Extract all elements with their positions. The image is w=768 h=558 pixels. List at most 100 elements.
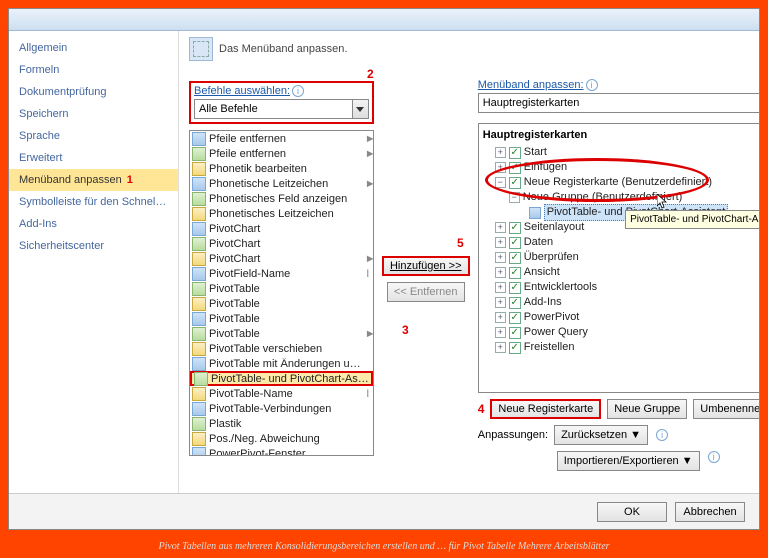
sidebar-item[interactable]: Sprache	[9, 125, 178, 147]
tree-node[interactable]: +✓Start	[481, 145, 759, 160]
sidebar-item[interactable]: Erweitert	[9, 147, 178, 169]
transfer-buttons: 5 Hinzufügen >> << Entfernen	[384, 67, 468, 471]
chevron-down-icon[interactable]	[352, 100, 368, 118]
command-item[interactable]: PivotTable	[190, 311, 373, 326]
new-group-button[interactable]: Neue Gruppe	[607, 399, 687, 419]
command-item[interactable]: Phonetisches Leitzeichen	[190, 206, 373, 221]
sidebar-item[interactable]: Speichern	[9, 103, 178, 125]
tree-node[interactable]: −✓Neue Registerkarte (Benutzerdefiniert)	[481, 175, 759, 190]
ribbon-tree[interactable]: Hauptregisterkarten PivotTable- und Pivo…	[478, 123, 759, 393]
command-label: PivotChart	[209, 238, 371, 250]
expand-toggle[interactable]: +	[495, 342, 506, 353]
expand-toggle[interactable]: +	[495, 297, 506, 308]
expand-toggle[interactable]: +	[495, 162, 506, 173]
new-tab-button[interactable]: Neue Registerkarte	[490, 399, 601, 419]
ok-button[interactable]: OK	[597, 502, 667, 522]
choose-commands-label[interactable]: Befehle auswählen:	[194, 85, 290, 97]
command-label: PivotTable-Name	[209, 388, 362, 400]
expand-toggle[interactable]: +	[495, 312, 506, 323]
tree-node[interactable]: +✓Überprüfen	[481, 250, 759, 265]
command-item[interactable]: PivotField-NameI	[190, 266, 373, 281]
tree-node[interactable]: +✓Ansicht	[481, 265, 759, 280]
command-icon	[192, 177, 206, 191]
checkbox[interactable]: ✓	[509, 147, 521, 159]
expand-toggle[interactable]: +	[495, 252, 506, 263]
command-item[interactable]: PivotTable mit Änderungen u…	[190, 356, 373, 371]
expand-toggle[interactable]: +	[495, 282, 506, 293]
info-icon[interactable]: i	[292, 85, 304, 97]
import-export-button[interactable]: Importieren/Exportieren ▼	[557, 451, 700, 471]
checkbox[interactable]: ✓	[509, 342, 521, 354]
expand-toggle[interactable]: +	[495, 222, 506, 233]
command-item[interactable]: PivotTable	[190, 296, 373, 311]
tree-node[interactable]: +✓Add-Ins	[481, 295, 759, 310]
commands-listbox[interactable]: Pfeile entfernen►Pfeile entfernen►Phonet…	[189, 130, 374, 456]
command-item[interactable]: PivotTable►	[190, 326, 373, 341]
tooltip: PivotTable- und PivotChart-Assist	[625, 210, 759, 229]
sidebar-item[interactable]: Dokumentprüfung	[9, 81, 178, 103]
command-item[interactable]: Phonetisches Feld anzeigen	[190, 191, 373, 206]
choose-commands-dropdown[interactable]: Alle Befehle	[194, 99, 369, 119]
remove-button[interactable]: << Entfernen	[387, 282, 465, 302]
sidebar-item[interactable]: Sicherheitscenter	[9, 235, 178, 257]
expand-toggle[interactable]: +	[495, 237, 506, 248]
checkbox[interactable]: ✓	[509, 327, 521, 339]
command-item[interactable]: PowerPivot-Fenster	[190, 446, 373, 456]
expand-toggle[interactable]: +	[495, 327, 506, 338]
tree-node[interactable]: −Neue Gruppe (Benutzerdefiniert)	[481, 190, 759, 205]
command-item[interactable]: Pfeile entfernen►	[190, 131, 373, 146]
info-icon[interactable]: i	[708, 451, 720, 463]
expand-toggle[interactable]: −	[495, 177, 506, 188]
ribbon-icon	[189, 37, 213, 61]
command-item[interactable]: PivotTable-Verbindungen	[190, 401, 373, 416]
sidebar-item[interactable]: Symbolleiste für den Schnellzugriff	[9, 191, 178, 213]
checkbox[interactable]: ✓	[509, 237, 521, 249]
tree-node[interactable]: +✓Entwicklertools	[481, 280, 759, 295]
command-item[interactable]: Phonetische Leitzeichen►	[190, 176, 373, 191]
checkbox[interactable]: ✓	[509, 177, 521, 189]
sidebar-item[interactable]: Formeln	[9, 59, 178, 81]
reset-button[interactable]: Zurücksetzen ▼	[554, 425, 648, 445]
tree-node[interactable]: +✓Freistellen	[481, 340, 759, 355]
rename-button[interactable]: Umbenennen...	[693, 399, 759, 419]
checkbox[interactable]: ✓	[509, 267, 521, 279]
command-item[interactable]: PivotTable- und PivotChart-As…	[190, 371, 373, 386]
command-item[interactable]: Phonetik bearbeiten	[190, 161, 373, 176]
info-icon[interactable]: i	[656, 429, 668, 441]
command-item[interactable]: Pfeile entfernen►	[190, 146, 373, 161]
customize-ribbon-dropdown[interactable]: Hauptregisterkarten	[478, 93, 759, 113]
tree-node[interactable]: +✓Daten	[481, 235, 759, 250]
customize-ribbon-label[interactable]: Menüband anpassen:	[478, 79, 584, 91]
tree-node[interactable]: +✓Einfügen	[481, 160, 759, 175]
command-item[interactable]: PivotTable verschieben	[190, 341, 373, 356]
command-item[interactable]: PivotChart►	[190, 251, 373, 266]
expand-toggle[interactable]: +	[495, 147, 506, 158]
checkbox[interactable]: ✓	[509, 162, 521, 174]
command-icon	[192, 327, 206, 341]
sidebar-item[interactable]: Menüband anpassen 1	[9, 169, 178, 191]
checkbox[interactable]: ✓	[509, 222, 521, 234]
command-item[interactable]: PivotChart	[190, 236, 373, 251]
command-item[interactable]: PivotTable-NameI	[190, 386, 373, 401]
expand-toggle[interactable]: −	[509, 192, 520, 203]
tree-label: Ansicht	[524, 265, 560, 280]
checkbox[interactable]: ✓	[509, 252, 521, 264]
tree-node[interactable]: +✓Power Query	[481, 325, 759, 340]
command-item[interactable]: Pos./Neg. Abweichung	[190, 431, 373, 446]
command-icon	[192, 252, 206, 266]
tree-label: Seitenlayout	[524, 220, 585, 235]
expand-toggle[interactable]: +	[495, 267, 506, 278]
sidebar-item[interactable]: Allgemein	[9, 37, 178, 59]
command-item[interactable]: PivotChart	[190, 221, 373, 236]
command-icon	[192, 357, 206, 371]
checkbox[interactable]: ✓	[509, 297, 521, 309]
tree-node[interactable]: +✓PowerPivot	[481, 310, 759, 325]
checkbox[interactable]: ✓	[509, 282, 521, 294]
command-item[interactable]: PivotTable	[190, 281, 373, 296]
info-icon[interactable]: i	[586, 79, 598, 91]
checkbox[interactable]: ✓	[509, 312, 521, 324]
command-item[interactable]: Plastik	[190, 416, 373, 431]
add-button[interactable]: Hinzufügen >>	[382, 256, 470, 276]
sidebar-item[interactable]: Add-Ins	[9, 213, 178, 235]
cancel-button[interactable]: Abbrechen	[675, 502, 745, 522]
